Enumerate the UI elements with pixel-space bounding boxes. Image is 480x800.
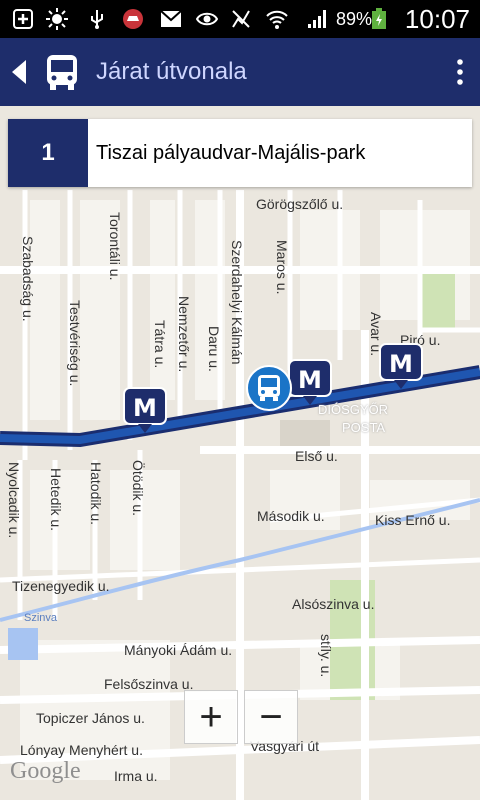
street-label: Torontáli u. bbox=[107, 212, 123, 281]
stop-marker-label: M bbox=[133, 394, 157, 422]
battery-charging-icon bbox=[372, 8, 386, 29]
street-label: Nemzetőr u. bbox=[176, 296, 192, 373]
wifi-icon bbox=[266, 10, 288, 29]
gmail-icon bbox=[160, 10, 182, 27]
zoom-in-button[interactable]: + bbox=[184, 690, 238, 744]
brightness-icon bbox=[46, 8, 68, 30]
street-label: Irma u. bbox=[114, 768, 158, 784]
overflow-menu-icon[interactable] bbox=[450, 56, 470, 88]
usb-icon bbox=[91, 10, 103, 29]
street-label: Szerdahelyi Kálmán bbox=[229, 240, 245, 365]
street-label: Kiss Ernő u. bbox=[375, 512, 451, 528]
signal-icon bbox=[308, 10, 326, 28]
street-label: Második u. bbox=[257, 508, 325, 524]
map-view[interactable] bbox=[0, 106, 480, 800]
street-label: Testvériség u. bbox=[67, 300, 83, 387]
street-label: Felsőszinva u. bbox=[104, 676, 194, 692]
app-notification-icon bbox=[123, 9, 143, 29]
street-label: Mányoki Ádám u. bbox=[124, 642, 233, 658]
street-label: Ötödik u. bbox=[130, 460, 146, 517]
street-label: Tátra u. bbox=[152, 320, 168, 369]
route-name: Tiszai pályaudvar-Majális-park bbox=[96, 141, 366, 164]
street-label: Daru u. bbox=[206, 326, 222, 372]
bus-icon bbox=[47, 55, 77, 90]
add-notification-icon bbox=[13, 9, 33, 29]
street-label: Tizenegyedik u. bbox=[12, 578, 110, 594]
street-label: Nyolcadik u. bbox=[6, 462, 22, 539]
poi-label: POSTA bbox=[342, 420, 386, 435]
page-title: Járat útvonala bbox=[96, 58, 247, 85]
street-label: Görögszőlő u. bbox=[256, 196, 344, 212]
street-label: Hatodik u. bbox=[88, 462, 104, 526]
stop-marker-label: M bbox=[298, 366, 322, 394]
river-label: Szinva bbox=[24, 612, 58, 624]
zoom-out-button[interactable]: − bbox=[244, 690, 298, 744]
eye-icon bbox=[196, 12, 218, 26]
street-label: Szabadság u. bbox=[20, 236, 36, 322]
map-canvas bbox=[0, 106, 480, 800]
street-label: Maros u. bbox=[274, 240, 290, 295]
no-signal-icon bbox=[232, 10, 250, 28]
street-label: Lónyay Menyhért u. bbox=[20, 742, 143, 758]
zoom-out-label: − bbox=[259, 695, 283, 739]
stop-marker-label: M bbox=[389, 350, 413, 378]
street-label: Topiczer János u. bbox=[36, 710, 145, 726]
back-arrow-icon[interactable] bbox=[8, 56, 32, 88]
app-bar: Járat útvonala bbox=[0, 38, 480, 106]
metro-stop-marker[interactable]: M bbox=[378, 342, 424, 390]
street-label: Alsószinva u. bbox=[292, 596, 375, 612]
street-label: stíly. u. bbox=[318, 634, 334, 678]
street-label: Első u. bbox=[295, 448, 338, 464]
battery-percent: 89% bbox=[336, 9, 373, 29]
google-attribution: Google bbox=[10, 758, 81, 784]
route-card[interactable]: 1 Tiszai pályaudvar-Majális-park bbox=[8, 119, 472, 187]
zoom-in-label: + bbox=[199, 695, 223, 739]
status-bar: 89% 10:07 bbox=[0, 0, 480, 38]
street-label: Hetedik u. bbox=[48, 468, 64, 532]
clock: 10:07 bbox=[404, 4, 470, 34]
metro-stop-marker[interactable]: M bbox=[287, 358, 333, 406]
bus-location-marker[interactable] bbox=[246, 365, 292, 411]
metro-stop-marker[interactable]: M bbox=[122, 386, 168, 434]
route-number: 1 bbox=[8, 119, 88, 187]
